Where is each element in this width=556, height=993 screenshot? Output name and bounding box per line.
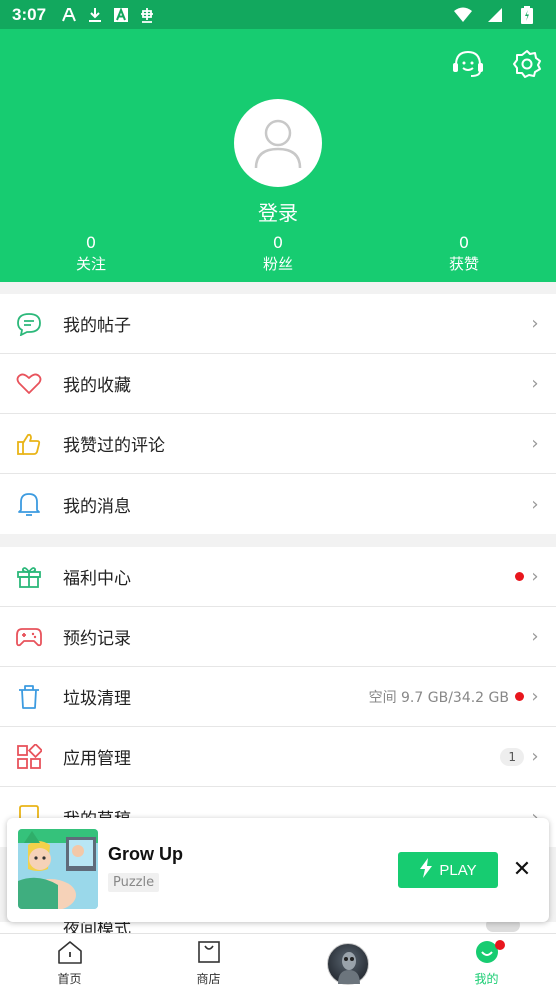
gift-icon <box>16 564 42 590</box>
row-right: › <box>530 313 540 334</box>
nav-mine[interactable]: 我的 <box>417 934 556 993</box>
chevron-right-icon: › <box>531 493 539 515</box>
nav-mine-label: 我的 <box>474 972 499 986</box>
night-mode-toggle[interactable] <box>486 922 520 932</box>
stat-following-value: 0 <box>85 233 97 252</box>
menu-item-label: 我的收藏 <box>63 376 131 396</box>
storage-info: 空间 9.7 GB/34.2 GB <box>368 689 509 706</box>
menu-item-favorites[interactable]: 我的收藏 › <box>0 354 556 414</box>
row-right: 1 › <box>500 746 540 767</box>
thumbs-up-icon <box>16 431 42 457</box>
signal-icon <box>486 6 504 24</box>
stat-following-label: 关注 <box>75 255 106 273</box>
menu-group-content: 我的帖子 › 我的收藏 › 我赞过的评论 › 我的消息 › <box>0 294 556 534</box>
menu-item-label: 垃圾清理 <box>63 689 131 709</box>
app-a-icon <box>112 6 130 24</box>
chevron-right-icon: › <box>531 686 539 707</box>
row-right: › <box>530 373 540 394</box>
notification-dot <box>515 572 524 581</box>
login-link[interactable]: 登录 <box>0 197 556 226</box>
chevron-right-icon: › <box>531 746 539 767</box>
status-bar: 3:07 <box>0 0 556 29</box>
headset-icon[interactable] <box>451 47 485 81</box>
nav-game[interactable] <box>278 934 417 993</box>
ad-title: Grow Up <box>108 844 183 864</box>
status-right <box>454 5 544 24</box>
apps-grid-icon <box>16 743 42 770</box>
heart-icon <box>16 371 42 397</box>
chevron-right-icon: › <box>531 433 539 454</box>
stat-following[interactable]: 0 关注 <box>41 233 141 275</box>
shop-bag-icon <box>197 940 221 968</box>
menu-group-tools: 福利中心 › 预约记录 › 垃圾清理 空间 9.7 GB/34.2 GB › 应… <box>0 547 556 847</box>
stat-fans[interactable]: 0 粉丝 <box>228 233 328 275</box>
menu-item-label: 我的消息 <box>63 496 131 517</box>
ad-play-button[interactable]: PLAY <box>398 852 498 888</box>
nav-home-label: 首页 <box>57 972 82 986</box>
stat-likes-label: 获赞 <box>448 255 479 273</box>
menu-item-label: 应用管理 <box>63 749 131 769</box>
bottom-nav: 首页 商店 我的 <box>0 933 556 993</box>
download-icon <box>86 6 104 24</box>
menu-item-label: 福利中心 <box>63 569 131 589</box>
ghost-icon <box>138 6 156 24</box>
menu-item-label: 预约记录 <box>63 629 131 649</box>
nav-store-label: 商店 <box>196 972 221 986</box>
font-a-icon <box>60 6 78 24</box>
avatar[interactable] <box>234 99 322 187</box>
notification-dot <box>515 692 524 701</box>
row-right: 空间 9.7 GB/34.2 GB › <box>369 686 540 707</box>
game-avatar <box>326 942 369 985</box>
row-right: › <box>530 626 540 647</box>
close-icon[interactable]: ✕ <box>511 857 533 882</box>
menu-item-label: 我的帖子 <box>63 316 131 336</box>
stat-fans-value: 0 <box>272 233 284 252</box>
profile-header: 登录 0 关注 0 粉丝 0 获赞 <box>0 29 556 282</box>
chevron-right-icon: › <box>531 626 539 647</box>
status-time: 3:07 <box>12 4 47 24</box>
ad-banner[interactable]: Grow Up Puzzle PLAY ✕ <box>7 818 549 922</box>
chevron-right-icon: › <box>531 373 539 394</box>
menu-item-messages[interactable]: 我的消息 › <box>0 474 556 534</box>
nav-home[interactable]: 首页 <box>0 934 139 993</box>
count-badge: 1 <box>500 747 524 766</box>
gamepad-icon <box>16 624 42 650</box>
ad-category-tag: Puzzle <box>108 873 160 892</box>
gear-icon[interactable] <box>510 47 544 81</box>
menu-item-label: 我赞过的评论 <box>63 436 165 456</box>
menu-item-welfare-center[interactable]: 福利中心 › <box>0 547 556 607</box>
stat-likes[interactable]: 0 获赞 <box>414 233 514 275</box>
lightning-icon <box>419 858 433 882</box>
battery-icon <box>518 5 536 24</box>
chat-bubble-icon <box>16 311 42 337</box>
nav-store[interactable]: 商店 <box>139 934 278 993</box>
stat-likes-value: 0 <box>458 233 470 252</box>
ad-game-thumbnail <box>18 829 98 909</box>
home-icon <box>57 940 83 968</box>
wifi-icon <box>454 6 472 24</box>
menu-item-app-manager[interactable]: 应用管理 1 › <box>0 727 556 787</box>
trash-icon <box>16 684 42 710</box>
row-right: › <box>530 433 540 454</box>
menu-item-my-posts[interactable]: 我的帖子 › <box>0 294 556 354</box>
ad-play-label: PLAY <box>439 861 477 879</box>
profile-screen: 3:07 登录 0 关注 0 粉丝 0 获赞 我的帖子 › 我的收藏 › 我赞过… <box>0 0 556 993</box>
menu-item-reservations[interactable]: 预约记录 › <box>0 607 556 667</box>
bell-icon <box>16 491 42 517</box>
stat-fans-label: 粉丝 <box>262 255 293 273</box>
row-right: › <box>530 494 540 515</box>
chevron-right-icon: › <box>531 313 539 334</box>
row-right: › <box>515 566 540 587</box>
menu-item-liked-comments[interactable]: 我赞过的评论 › <box>0 414 556 474</box>
menu-item-junk-clean[interactable]: 垃圾清理 空间 9.7 GB/34.2 GB › <box>0 667 556 727</box>
chevron-right-icon: › <box>531 566 539 587</box>
notification-dot <box>495 940 505 950</box>
